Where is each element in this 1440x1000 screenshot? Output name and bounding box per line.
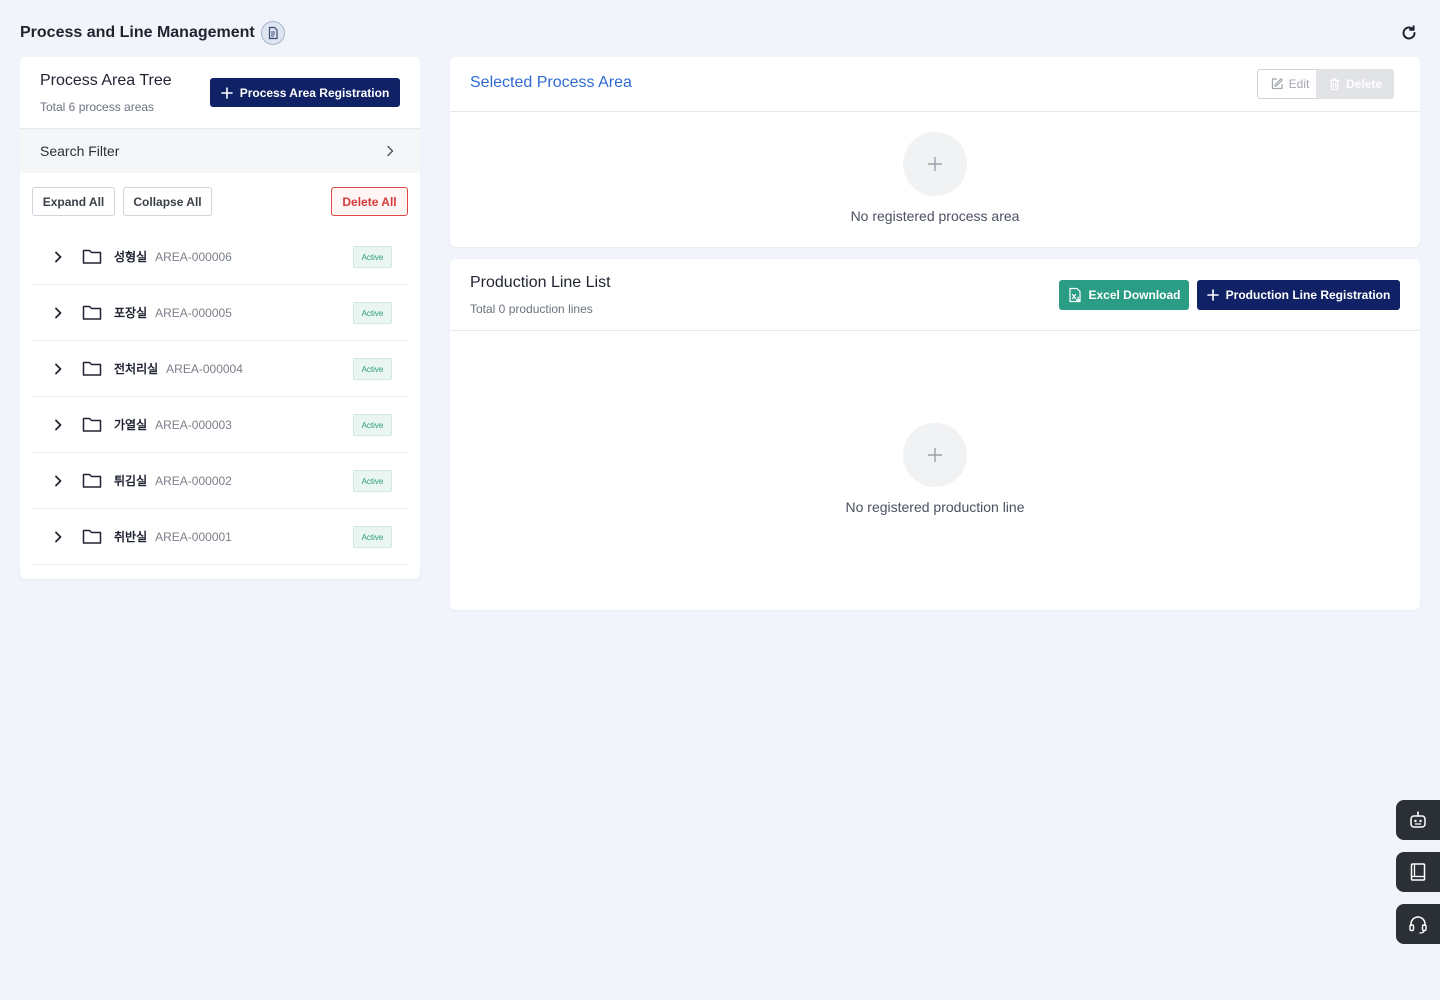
folder-icon xyxy=(82,528,102,545)
robot-icon[interactable] xyxy=(1396,800,1440,840)
status-badge: Active xyxy=(353,246,392,268)
tree-row[interactable]: 전처리실 AREA-000004 Active xyxy=(32,341,408,397)
tree-header: Process Area Tree Total 6 process areas … xyxy=(20,57,420,129)
status-badge: Active xyxy=(353,302,392,324)
selected-area-header: Selected Process Area Edit Delete xyxy=(450,57,1420,112)
selected-area-title: Selected Process Area xyxy=(470,74,632,91)
process-area-tree-panel: Process Area Tree Total 6 process areas … xyxy=(20,57,420,579)
excel-download-button[interactable]: Excel Download xyxy=(1059,280,1189,310)
plus-icon xyxy=(927,156,943,172)
area-name: 전처리실 xyxy=(114,362,159,376)
chevron-right-icon[interactable] xyxy=(54,419,64,431)
trash-icon xyxy=(1329,78,1339,91)
process-area-registration-label: Process Area Registration xyxy=(239,85,390,100)
page-header: Process and Line Management xyxy=(20,18,1420,48)
edit-button[interactable]: Edit xyxy=(1257,69,1322,99)
folder-icon xyxy=(82,416,102,433)
process-area-registration-button[interactable]: Process Area Registration xyxy=(210,78,400,107)
chevron-right-icon[interactable] xyxy=(54,251,64,263)
edit-label: Edit xyxy=(1288,77,1310,91)
area-name: 가열실 xyxy=(114,418,148,432)
document-icon[interactable] xyxy=(260,21,285,45)
plus-icon xyxy=(927,447,943,463)
area-code: AREA-000004 xyxy=(166,361,243,376)
plus-icon xyxy=(1206,289,1219,301)
area-name: 성형실 xyxy=(114,250,148,264)
page-title: Process and Line Management xyxy=(20,24,255,41)
tree-row[interactable]: 포장실 AREA-000005 Active xyxy=(32,285,408,341)
area-code: AREA-000005 xyxy=(155,305,232,320)
production-line-registration-button[interactable]: Production Line Registration xyxy=(1197,280,1400,310)
add-process-area-placeholder xyxy=(903,132,967,196)
tree-row[interactable]: 가열실 AREA-000003 Active xyxy=(32,397,408,453)
chevron-right-icon[interactable] xyxy=(54,475,64,487)
folder-icon xyxy=(82,360,102,377)
chevron-right-icon[interactable] xyxy=(54,531,64,543)
production-line-title: Production Line List xyxy=(470,274,611,291)
tree-list: 성형실 AREA-000006 Active 포장실 AREA-000005 A… xyxy=(20,229,420,565)
tree-row[interactable]: 성형실 AREA-000006 Active xyxy=(32,229,408,285)
tree-subtitle: Total 6 process areas xyxy=(40,100,155,114)
area-code: AREA-000001 xyxy=(155,529,232,544)
area-code: AREA-000006 xyxy=(155,249,232,264)
production-line-subtitle: Total 0 production lines xyxy=(470,302,593,316)
production-line-list-panel: Production Line List Total 0 production … xyxy=(450,259,1420,610)
area-name: 포장실 xyxy=(114,306,148,320)
production-line-header: Production Line List Total 0 production … xyxy=(450,259,1420,331)
tree-actions: Expand All Collapse All Delete All xyxy=(20,173,420,229)
plus-icon xyxy=(220,86,233,99)
delete-label: Delete xyxy=(1345,77,1383,91)
excel-icon xyxy=(1069,287,1082,303)
area-code: AREA-000003 xyxy=(155,417,232,432)
status-badge: Active xyxy=(353,358,392,380)
edit-icon xyxy=(1271,78,1283,90)
headset-icon[interactable] xyxy=(1396,904,1440,944)
folder-icon xyxy=(82,248,102,265)
delete-all-button[interactable]: Delete All xyxy=(331,187,408,216)
add-production-line-placeholder xyxy=(903,423,967,487)
refresh-icon[interactable] xyxy=(1398,22,1420,44)
chevron-right-icon xyxy=(387,145,394,157)
search-filter-toggle[interactable]: Search Filter xyxy=(20,129,420,173)
folder-icon xyxy=(82,304,102,321)
excel-download-label: Excel Download xyxy=(1088,288,1181,302)
production-line-registration-label: Production Line Registration xyxy=(1225,288,1391,302)
tree-title: Process Area Tree xyxy=(40,72,172,89)
tree-row[interactable]: 취반실 AREA-000001 Active xyxy=(32,509,408,565)
folder-icon xyxy=(82,472,102,489)
tree-row[interactable]: 튀김실 AREA-000002 Active xyxy=(32,453,408,509)
selected-process-area-panel: Selected Process Area Edit Delete No reg… xyxy=(450,57,1420,247)
collapse-all-button[interactable]: Collapse All xyxy=(123,187,212,216)
area-name: 취반실 xyxy=(114,530,148,544)
area-code: AREA-000002 xyxy=(155,473,232,488)
book-icon[interactable] xyxy=(1396,852,1440,892)
chevron-right-icon[interactable] xyxy=(54,307,64,319)
chevron-right-icon[interactable] xyxy=(54,363,64,375)
status-badge: Active xyxy=(353,414,392,436)
expand-all-button[interactable]: Expand All xyxy=(32,187,115,216)
delete-button[interactable]: Delete xyxy=(1316,69,1394,99)
area-name: 튀김실 xyxy=(114,474,148,488)
empty-production-line-text: No registered production line xyxy=(845,499,1025,515)
status-badge: Active xyxy=(353,470,392,492)
status-badge: Active xyxy=(353,526,392,548)
empty-process-area-text: No registered process area xyxy=(850,208,1020,224)
search-filter-label: Search Filter xyxy=(40,143,120,159)
